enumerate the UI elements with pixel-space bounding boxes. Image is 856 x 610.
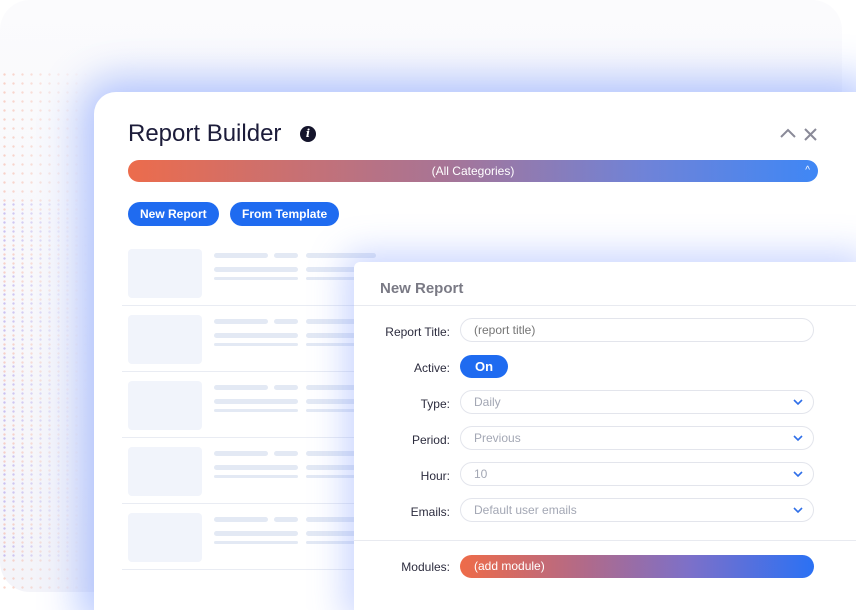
from-template-button[interactable]: From Template — [230, 202, 340, 226]
active-toggle[interactable]: On — [460, 355, 508, 378]
list-item-thumbnail — [128, 315, 202, 364]
placeholder-line — [214, 399, 298, 404]
placeholder-line — [214, 531, 298, 536]
type-select[interactable]: Daily — [460, 390, 814, 414]
chevron-down-icon — [793, 399, 803, 406]
close-icon[interactable] — [804, 128, 817, 141]
placeholder-line — [214, 333, 298, 338]
placeholder-line — [214, 517, 268, 522]
placeholder-line — [274, 517, 298, 522]
placeholder-line — [214, 319, 268, 324]
period-select-value: Previous — [474, 431, 521, 445]
placeholder-line — [274, 385, 298, 390]
placeholder-line — [306, 253, 376, 258]
list-item-thumbnail — [128, 447, 202, 496]
hour-select-value: 10 — [474, 467, 488, 481]
category-select[interactable]: (All Categories) ^ — [128, 160, 818, 182]
placeholder-line — [274, 253, 298, 258]
modules-label: Modules: — [401, 560, 450, 574]
hour-label: Hour: — [420, 469, 450, 483]
placeholder-line — [214, 409, 298, 412]
placeholder-line — [214, 253, 268, 258]
report-title-input[interactable] — [460, 318, 814, 342]
report-title-label: Report Title: — [385, 325, 450, 339]
page-title: Report Builder — [128, 120, 282, 147]
decorative-dots-secondary — [0, 200, 80, 560]
new-report-button[interactable]: New Report — [128, 202, 219, 226]
emails-select-value: Default user emails — [474, 503, 577, 517]
stage: Report Builder i (All Categories) ^ New … — [0, 0, 856, 610]
placeholder-line — [214, 541, 298, 544]
chevron-down-icon — [793, 507, 803, 514]
list-item-thumbnail — [128, 249, 202, 298]
placeholder-line — [214, 475, 298, 478]
category-select-label: (All Categories) — [431, 164, 515, 178]
new-report-panel: New Report Report Title: Active: On Type… — [354, 262, 856, 610]
type-label: Type: — [420, 397, 450, 411]
emails-select[interactable]: Default user emails — [460, 498, 814, 522]
divider — [354, 540, 856, 541]
panel-title: New Report — [380, 280, 464, 297]
type-select-value: Daily — [474, 395, 501, 409]
period-label: Period: — [411, 433, 450, 447]
placeholder-line — [274, 451, 298, 456]
info-icon[interactable]: i — [300, 126, 316, 142]
chevron-down-icon — [793, 435, 803, 442]
active-label: Active: — [413, 361, 450, 375]
collapse-icon[interactable] — [780, 127, 796, 139]
placeholder-line — [214, 277, 298, 280]
placeholder-line — [214, 465, 298, 470]
hour-select[interactable]: 10 — [460, 462, 814, 486]
placeholder-line — [274, 319, 298, 324]
chevron-up-icon: ^ — [805, 165, 810, 176]
chevron-down-icon — [793, 471, 803, 478]
add-module-button[interactable]: (add module) — [460, 555, 814, 578]
list-item-thumbnail — [128, 381, 202, 430]
list-item-thumbnail — [128, 513, 202, 562]
placeholder-line — [214, 343, 298, 346]
period-select[interactable]: Previous — [460, 426, 814, 450]
emails-label: Emails: — [410, 505, 450, 519]
placeholder-line — [214, 267, 298, 272]
divider — [354, 305, 856, 306]
placeholder-line — [214, 385, 268, 390]
placeholder-line — [214, 451, 268, 456]
